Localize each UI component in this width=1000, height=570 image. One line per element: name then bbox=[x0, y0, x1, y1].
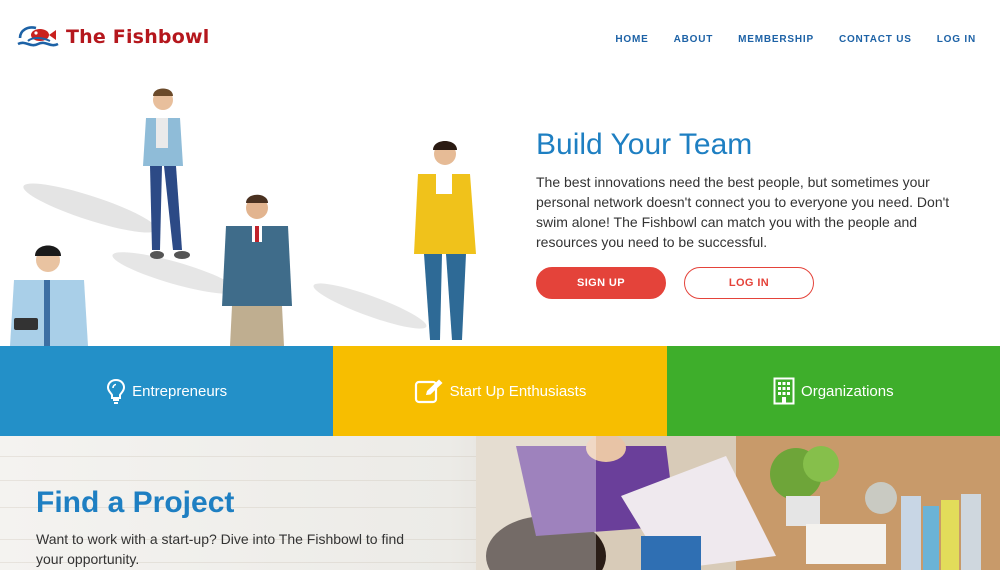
logo[interactable]: The Fishbowl bbox=[16, 24, 209, 50]
edit-icon bbox=[414, 379, 443, 404]
category-label: Start Up Enthusiasts bbox=[449, 382, 587, 400]
hero-section: Build Your Team The best innovations nee… bbox=[0, 78, 1000, 346]
brand-name: The Fishbowl bbox=[66, 26, 210, 48]
person-man-tablet-icon bbox=[10, 245, 88, 346]
category-organizations[interactable]: Organizations bbox=[666, 346, 1000, 436]
category-entrepreneurs[interactable]: Entrepreneurs bbox=[0, 346, 334, 436]
nav-contact-us[interactable]: CONTACT US bbox=[839, 34, 912, 45]
building-icon bbox=[773, 377, 795, 405]
main-nav: HOME ABOUT MEMBERSHIP CONTACT US LOG IN bbox=[615, 34, 976, 45]
nav-membership[interactable]: MEMBERSHIP bbox=[738, 34, 814, 45]
person-woman-denim-icon bbox=[143, 88, 190, 259]
nav-about[interactable]: ABOUT bbox=[674, 34, 714, 45]
person-woman-yellow-icon bbox=[414, 141, 476, 340]
category-label: Organizations bbox=[801, 382, 894, 400]
site-header: The Fishbowl HOME ABOUT MEMBERSHIP CONTA… bbox=[0, 0, 1000, 78]
hero-title: Build Your Team bbox=[536, 128, 753, 161]
category-start-up-enthusiasts[interactable]: Start Up Enthusiasts bbox=[333, 346, 667, 436]
lightbulb-icon bbox=[107, 378, 126, 404]
nav-home[interactable]: HOME bbox=[615, 34, 648, 45]
hero-description: The best innovations need the best peopl… bbox=[536, 174, 950, 250]
fishbowl-logo-icon bbox=[17, 26, 59, 47]
desk-workspace-photo bbox=[476, 436, 1000, 570]
find-project-section: Find a Project Want to work with a start… bbox=[0, 436, 1000, 570]
nav-log-in[interactable]: LOG IN bbox=[937, 34, 976, 45]
category-label: Entrepreneurs bbox=[132, 382, 228, 400]
project-description: Want to work with a start-up? Dive into … bbox=[36, 531, 405, 567]
project-title: Find a Project bbox=[36, 486, 235, 519]
hero-copy: Build Your Team The best innovations nee… bbox=[536, 128, 976, 252]
category-band: Entrepreneurs Start Up Enthusiasts Organ… bbox=[0, 346, 1000, 436]
team-people-illustration bbox=[10, 88, 476, 346]
person-man-sweater-icon bbox=[222, 194, 292, 346]
sign-up-button[interactable]: SIGN UP bbox=[536, 267, 666, 299]
hero-buttons: SIGN UP LOG IN bbox=[536, 267, 814, 299]
log-in-button[interactable]: LOG IN bbox=[684, 267, 814, 299]
